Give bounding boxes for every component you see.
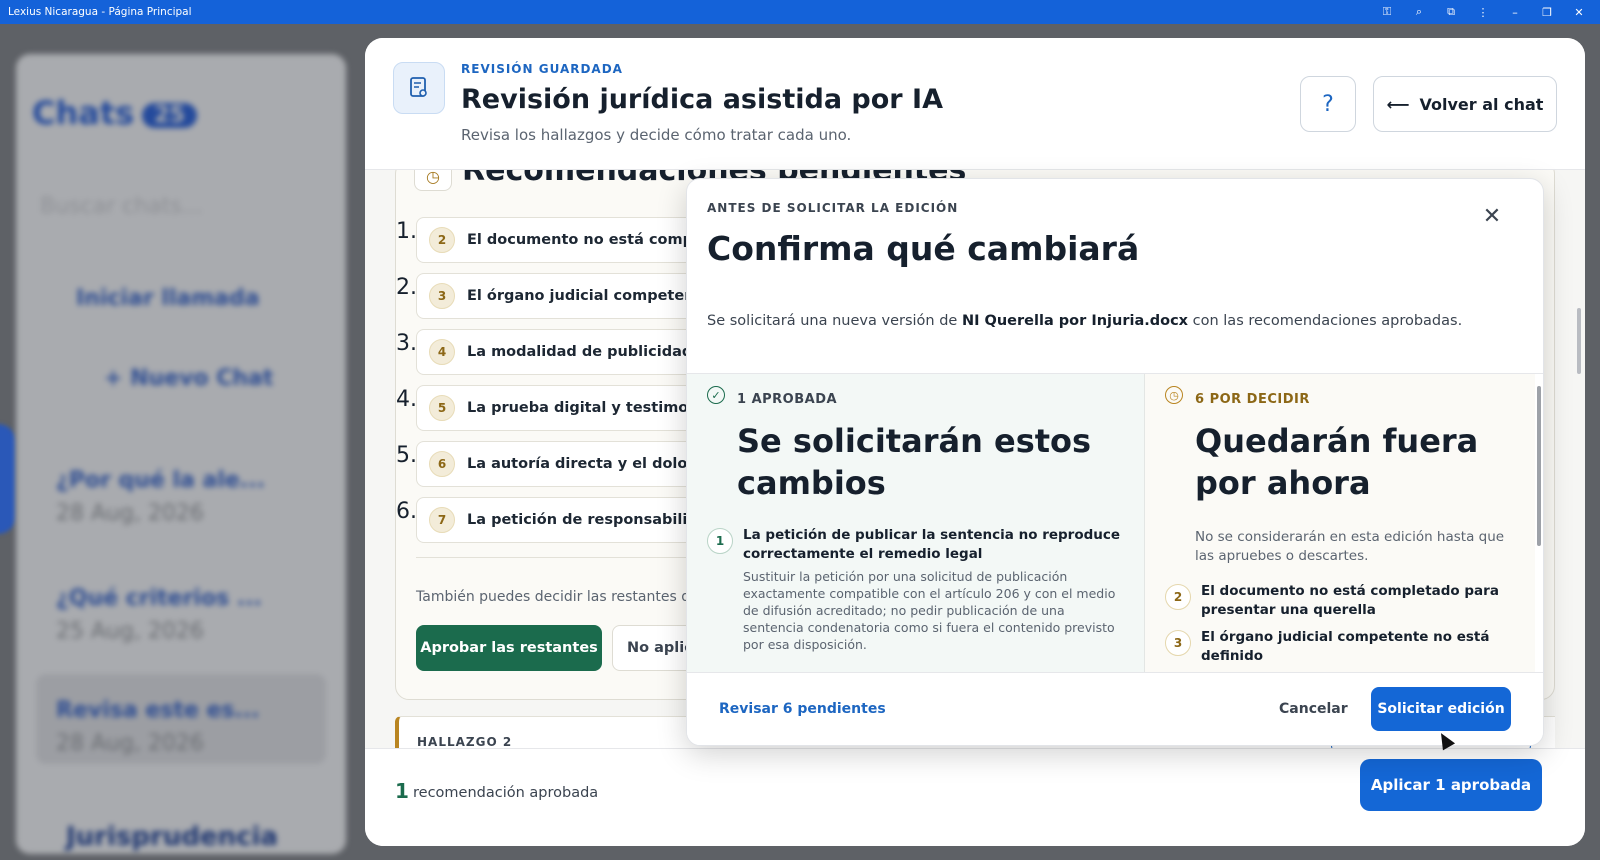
review-pending-link[interactable]: Revisar 6 pendientes xyxy=(719,701,886,717)
more-icon[interactable]: ⋮ xyxy=(1476,6,1490,19)
recommendation-number-badge: 6 xyxy=(429,451,455,477)
restore-icon[interactable]: ❐ xyxy=(1540,6,1554,19)
cancel-button[interactable]: Cancelar xyxy=(1279,701,1348,717)
window-titlebar: Lexius Nicaragua - Página Principal ⚿ ⌕ … xyxy=(0,0,1600,24)
background-chats-title: Chats 25 xyxy=(32,94,197,132)
window-title: Lexius Nicaragua - Página Principal xyxy=(8,6,192,18)
panel-footer: 1 recomendación aprobada Aplicar 1 aprob… xyxy=(365,748,1585,846)
clock-icon: ◷ xyxy=(414,170,452,191)
pending-item-badge: 2 xyxy=(1165,584,1191,610)
pending-note: No se considerarán en esta edición hasta… xyxy=(1195,529,1505,564)
list-index: 5. xyxy=(396,443,417,468)
background-footer-text: Jurisprudencia xyxy=(66,822,278,852)
modal-kicker: ANTES DE SOLICITAR LA EDICIÓN xyxy=(707,201,959,215)
page-subtitle: Revisa los hallazgos y decide cómo trata… xyxy=(461,126,852,144)
page-title: Revisión jurídica asistida por IA xyxy=(461,84,943,115)
background-start-call: Iniciar llamada xyxy=(76,286,260,311)
modal-columns: ✓ 1 APROBADA Se solicitarán estos cambio… xyxy=(687,373,1543,673)
zoom-icon[interactable]: ⌕ xyxy=(1412,5,1426,19)
document-review-icon xyxy=(393,62,445,114)
list-index: 2. xyxy=(396,275,417,300)
modal-description: Se solicitará una nueva versión de NI Qu… xyxy=(707,313,1463,329)
list-index: 3. xyxy=(396,331,417,356)
background-search: Buscar chats... xyxy=(40,194,203,219)
list-index: 4. xyxy=(396,387,417,412)
approved-column: ✓ 1 APROBADA Se solicitarán estos cambio… xyxy=(687,374,1145,672)
extension-icon[interactable]: ⧉ xyxy=(1444,5,1458,19)
clock-icon: ◷ xyxy=(1165,386,1183,404)
recommendation-number-badge: 5 xyxy=(429,395,455,421)
close-icon[interactable]: ✕ xyxy=(1572,6,1586,19)
recommendation-number-badge: 2 xyxy=(429,227,455,253)
confirm-edit-modal: ANTES DE SOLICITAR LA EDICIÓN Confirma q… xyxy=(686,178,1544,746)
approved-title: Se solicitarán estos cambios xyxy=(737,422,1092,502)
panel-header: REVISIÓN GUARDADA Revisión jurídica asis… xyxy=(365,38,1585,170)
request-edit-button[interactable]: Solicitar edición xyxy=(1371,687,1511,731)
background-accent xyxy=(0,424,16,534)
approved-item-title: La petición de publicar la sentencia no … xyxy=(743,527,1121,562)
background-chat-item: ¿Por qué la ale... 28 Aug, 2026 xyxy=(56,468,265,526)
pending-item-badge: 3 xyxy=(1165,630,1191,656)
recommendation-title: La prueba digital y testimonial xyxy=(467,400,719,416)
background-chats-badge: 25 xyxy=(142,102,197,128)
list-index: 6. xyxy=(396,499,417,524)
modal-title: Confirma qué cambiará xyxy=(707,229,1140,268)
back-to-chat-label: Volver al chat xyxy=(1419,94,1544,114)
recommendation-number-badge: 7 xyxy=(429,507,455,533)
recommendation-title: La autoría directa y el dolo se xyxy=(467,456,711,472)
arrow-left-icon: ⟵ xyxy=(1386,94,1410,114)
pending-title: Quedarán fuera por ahora xyxy=(1195,422,1479,502)
document-filename: NI Querella por Injuria.docx xyxy=(961,313,1189,329)
list-index: 1. xyxy=(396,219,417,244)
apply-approved-button[interactable]: Aplicar 1 aprobada xyxy=(1360,759,1542,811)
header-kicker: REVISIÓN GUARDADA xyxy=(461,62,623,76)
pending-item-title: El documento no está completado para pre… xyxy=(1201,583,1499,618)
pending-column: ◷ 6 POR DECIDIR Quedarán fuera por ahora… xyxy=(1145,374,1535,672)
recommendation-number-badge: 3 xyxy=(429,283,455,309)
approved-item-description: Sustituir la petición por una solicitud … xyxy=(743,569,1116,652)
recommendation-title: La petición de responsabilidad xyxy=(467,512,718,528)
key-icon[interactable]: ⚿ xyxy=(1380,5,1394,19)
panel-scrollbar[interactable] xyxy=(1577,308,1581,374)
minimize-icon[interactable]: – xyxy=(1508,6,1522,19)
background-new-chat: + Nuevo Chat xyxy=(104,366,274,391)
approve-remaining-button[interactable]: Aprobar las restantes xyxy=(416,625,602,671)
finding-kicker: HALLAZGO 2 xyxy=(417,735,513,748)
recommendation-number-badge: 4 xyxy=(429,339,455,365)
approved-count: 1 xyxy=(395,779,409,803)
background-chat-item: Revisa este es... 28 Aug, 2026 xyxy=(36,674,326,764)
pending-item-title: El órgano judicial competente no está de… xyxy=(1201,629,1490,664)
background-sidebar: Chats 25 Buscar chats... Iniciar llamada … xyxy=(16,54,346,854)
approved-label: recomendación aprobada xyxy=(413,785,599,801)
help-button[interactable]: ? xyxy=(1300,76,1356,132)
modal-scrollbar[interactable] xyxy=(1535,374,1543,672)
close-icon[interactable]: ✕ xyxy=(1477,201,1507,231)
approved-kicker: 1 APROBADA xyxy=(737,392,838,407)
check-circle-icon: ✓ xyxy=(707,386,725,404)
background-chat-item: ¿Qué criterios ... 25 Aug, 2026 xyxy=(56,586,262,644)
back-to-chat-button[interactable]: ⟵ Volver al chat xyxy=(1373,76,1557,132)
modal-footer: Revisar 6 pendientes Cancelar Solicitar … xyxy=(687,673,1543,745)
approved-item-badge: 1 xyxy=(707,528,733,554)
help-icon: ? xyxy=(1322,91,1334,117)
pending-kicker: 6 POR DECIDIR xyxy=(1195,392,1310,407)
modal-scrollbar-thumb[interactable] xyxy=(1537,386,1541,546)
